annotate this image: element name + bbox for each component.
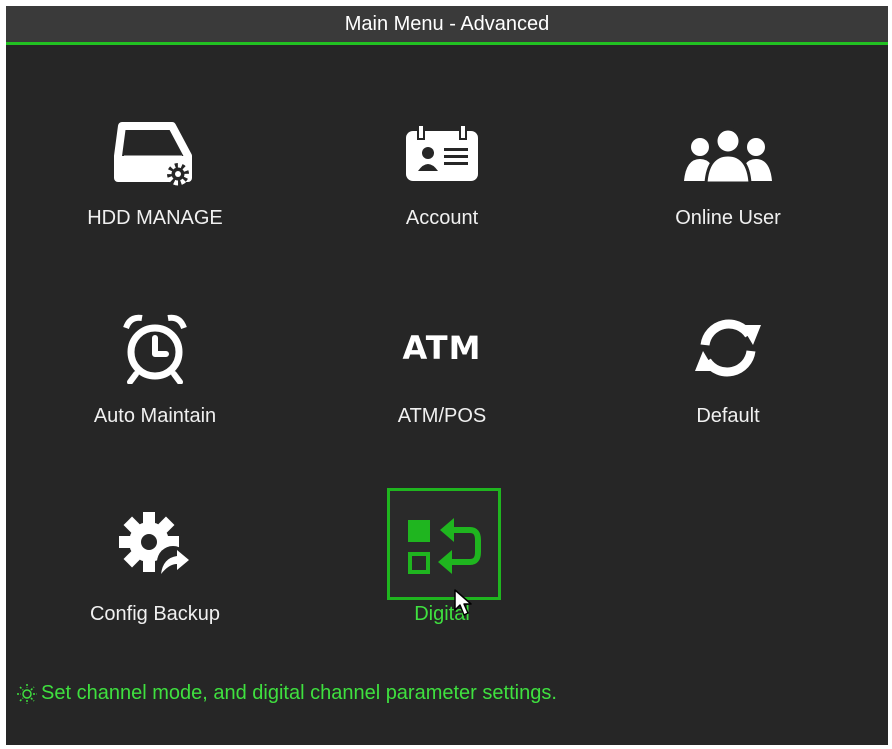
alarm-clock-icon [105,308,205,388]
status-hint: Set channel mode, and digital channel pa… [16,682,557,705]
refresh-icon [678,308,778,388]
menu-item-label: Account [405,207,479,229]
menu-item-hdd-manage[interactable]: HDD MANAGE [65,113,245,263]
menu-item-default[interactable]: Default [638,308,818,458]
menu-item-label: Digital [414,603,470,625]
atm-icon: ATM [402,329,482,367]
menu-item-label: HDD MANAGE [87,207,223,229]
menu-item-label: ATM/POS [397,405,487,427]
menu-item-account[interactable]: Account [352,113,532,263]
menu-item-atm-pos[interactable]: ATM ATM/POS [352,308,532,458]
menu-item-auto-maintain[interactable]: Auto Maintain [65,308,245,458]
hdd-manage-icon [105,113,205,193]
config-backup-icon [105,506,205,586]
digital-channel-icon [392,509,492,589]
hint-text: Set channel mode, and digital channel pa… [41,682,557,704]
mouse-cursor-icon [454,589,472,616]
online-users-icon [678,113,778,193]
menu-item-online-user[interactable]: Online User [638,113,818,263]
menu-item-digital[interactable]: Digital [352,503,532,653]
window-title: Main Menu - Advanced [6,6,888,45]
menu-item-label: Config Backup [89,603,221,625]
menu-item-config-backup[interactable]: Config Backup [65,506,245,656]
sun-icon [17,683,37,704]
main-menu-advanced-window: Main Menu - Advanced HDD MANAGE Account … [6,6,888,745]
account-card-icon [392,113,492,193]
menu-item-label: Default [696,405,760,427]
menu-item-label: Auto Maintain [93,405,217,427]
menu-item-label: Online User [675,207,781,229]
